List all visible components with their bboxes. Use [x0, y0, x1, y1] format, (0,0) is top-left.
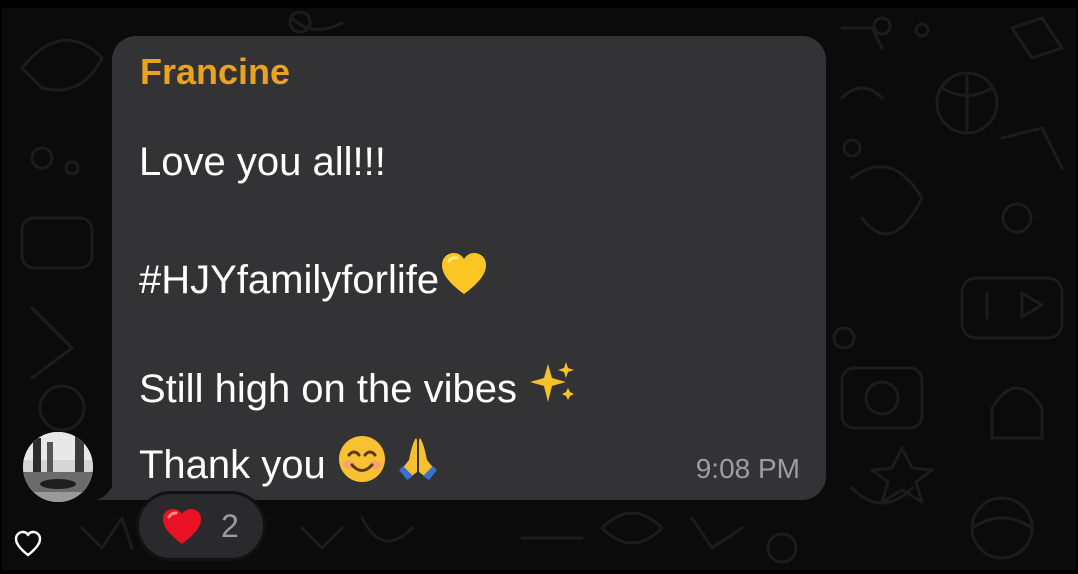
sparkles-icon [528, 358, 578, 408]
red-heart-icon [163, 509, 201, 544]
yellow-heart-icon [439, 249, 489, 299]
message-line-1: Love you all!!! [139, 140, 386, 184]
smiling-face-icon [337, 434, 387, 484]
message-text: Love you all!!! [139, 140, 386, 184]
message-timestamp: 9:08 PM [695, 453, 800, 484]
message-line-4: Thank you [139, 434, 443, 487]
folded-hands-icon [393, 434, 443, 484]
message-line-2: #HJYfamilyforlife [139, 249, 489, 302]
sender-name[interactable]: Francine [140, 52, 290, 92]
reaction-pill[interactable]: 2 [139, 494, 263, 558]
message-line-3: Still high on the vibes [139, 358, 578, 411]
message-bubble[interactable]: Francine Love you all!!! #HJYfamilyforli… [112, 36, 826, 500]
sender-avatar[interactable] [23, 432, 93, 502]
hashtag-text[interactable]: #HJYfamilyforlife [139, 258, 439, 302]
message-text: Thank you [139, 443, 337, 487]
reaction-count: 2 [221, 508, 239, 544]
add-reaction-heart-icon[interactable] [14, 530, 42, 558]
message-text: Still high on the vibes [139, 367, 529, 411]
